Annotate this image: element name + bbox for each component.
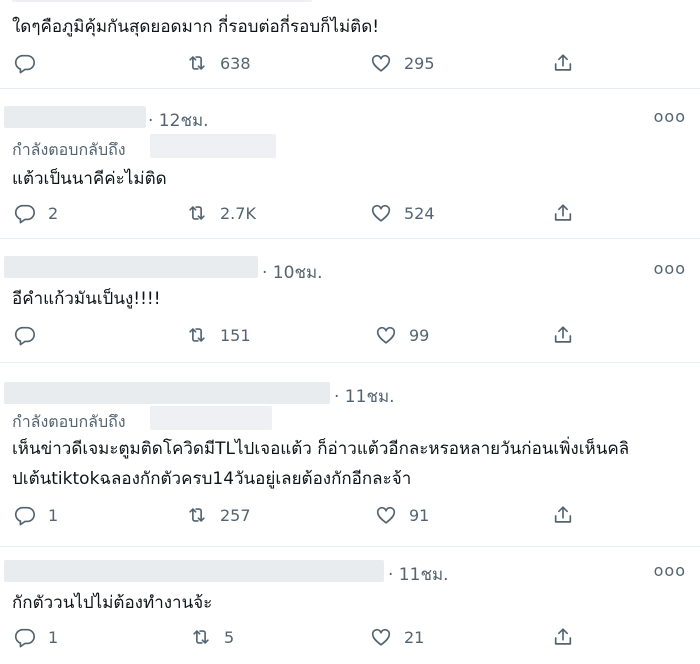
author-name-redacted: [4, 560, 384, 582]
reply-button[interactable]: 1: [14, 626, 58, 648]
like-button[interactable]: 91: [375, 504, 429, 526]
tweet-text-line-1: เห็นข่าวดีเจมะตูมติดโควิดมีTLไปเจอแต้ว ก…: [12, 439, 630, 459]
tweet-timestamp[interactable]: · 10ชม.: [262, 259, 323, 286]
share-icon: [552, 324, 574, 346]
retweet-button[interactable]: 5: [190, 626, 234, 648]
tweet-text: แต้วเป็นนาคีค่ะไม่ติด: [12, 169, 167, 189]
author-name-redacted: [4, 256, 258, 278]
retweet-button[interactable]: 257: [186, 504, 251, 526]
replying-to-label: กำลังตอบกลับถึง: [12, 412, 126, 431]
author-name-redacted: [4, 382, 330, 404]
retweet-count: 151: [220, 325, 251, 345]
share-button[interactable]: [552, 324, 574, 346]
like-button[interactable]: 99: [375, 324, 429, 346]
more-icon[interactable]: ooo: [654, 261, 686, 277]
reply-tweet: · 10ชม. ooo อีคำแก้วมันเป็นงู!!!! 151 99: [0, 238, 700, 363]
replying-to-handle-redacted[interactable]: [150, 406, 272, 430]
reply-tweet: · 12ชม. ooo กำลังตอบกลับถึง แต้วเป็นนาคี…: [0, 88, 700, 239]
tweet-actions: 1 257 91: [0, 504, 700, 530]
reply-button[interactable]: [14, 324, 48, 346]
like-count: 99: [409, 325, 430, 345]
top-tweet: ใดๆคือภูมิคุ้มกันสุดยอดมาก กี่รอบต่อกี่ร…: [0, 0, 700, 89]
tweet-timestamp[interactable]: · 11ชม.: [334, 383, 395, 410]
reply-tweet: · 11ชม. ooo กักตัววนไปไม่ต้องทำงานจ้ะ 1 …: [0, 546, 700, 664]
retweet-icon: [186, 52, 208, 74]
tweet-actions: 638 295: [0, 52, 700, 78]
like-button[interactable]: 295: [370, 52, 435, 74]
retweet-icon: [186, 324, 208, 346]
share-icon: [552, 52, 574, 74]
retweet-count: 257: [220, 505, 251, 525]
tweet-actions: 1 5 21: [0, 626, 700, 652]
like-icon: [375, 324, 397, 346]
more-icon[interactable]: ooo: [654, 563, 686, 579]
share-icon: [552, 626, 574, 648]
share-icon: [552, 202, 574, 224]
like-icon: [370, 52, 392, 74]
reply-button[interactable]: 2: [14, 202, 58, 224]
like-count: 295: [404, 53, 435, 73]
retweet-count: 5: [224, 627, 235, 647]
reply-count: 1: [48, 505, 59, 525]
like-button[interactable]: 21: [370, 626, 424, 648]
tweet-text: กักตัววนไปไม่ต้องทำงานจ้ะ: [12, 593, 213, 613]
reply-button[interactable]: [14, 52, 48, 74]
share-button[interactable]: [552, 626, 574, 648]
reply-icon: [14, 202, 36, 224]
more-icon[interactable]: ooo: [654, 109, 686, 125]
reply-icon: [14, 504, 36, 526]
like-icon: [370, 626, 392, 648]
like-count: 91: [409, 505, 430, 525]
author-name-redacted: [12, 0, 312, 2]
replying-to-handle-redacted[interactable]: [150, 134, 276, 158]
retweet-button[interactable]: 2.7K: [186, 202, 256, 224]
retweet-button[interactable]: 638: [186, 52, 251, 74]
retweet-count: 638: [220, 53, 251, 73]
tweet-text: ใดๆคือภูมิคุ้มกันสุดยอดมาก กี่รอบต่อกี่ร…: [12, 17, 380, 37]
share-icon: [552, 504, 574, 526]
retweet-count: 2.7K: [220, 203, 256, 223]
retweet-button[interactable]: 151: [186, 324, 251, 346]
like-icon: [375, 504, 397, 526]
reply-icon: [14, 626, 36, 648]
tweet-actions: 2 2.7K 524: [0, 202, 700, 228]
retweet-icon: [186, 202, 208, 224]
reply-icon: [14, 52, 36, 74]
reply-count: 2: [48, 203, 59, 223]
share-button[interactable]: [552, 504, 574, 526]
tweet-text: อีคำแก้วมันเป็นงู!!!!: [12, 289, 161, 309]
reply-count: 1: [48, 627, 59, 647]
reply-tweet: · 11ชม. กำลังตอบกลับถึง เห็นข่าวดีเจมะตู…: [0, 362, 700, 547]
share-button[interactable]: [552, 202, 574, 224]
tweet-text-line-2: ปเต้นtiktokฉลองกักตัวครบ14วันอยู่เลยต้อง…: [12, 469, 412, 489]
like-button[interactable]: 524: [370, 202, 435, 224]
tweet-timestamp[interactable]: · 12ชม.: [148, 107, 209, 134]
tweet-timestamp[interactable]: · 11ชม.: [388, 561, 449, 588]
like-count: 524: [404, 203, 435, 223]
retweet-icon: [186, 504, 208, 526]
like-count: 21: [404, 627, 425, 647]
like-icon: [370, 202, 392, 224]
reply-button[interactable]: 1: [14, 504, 58, 526]
retweet-icon: [190, 626, 212, 648]
tweet-actions: 151 99: [0, 324, 700, 350]
author-name-redacted: [4, 106, 146, 128]
reply-icon: [14, 324, 36, 346]
share-button[interactable]: [552, 52, 574, 74]
replying-to-label: กำลังตอบกลับถึง: [12, 140, 126, 159]
